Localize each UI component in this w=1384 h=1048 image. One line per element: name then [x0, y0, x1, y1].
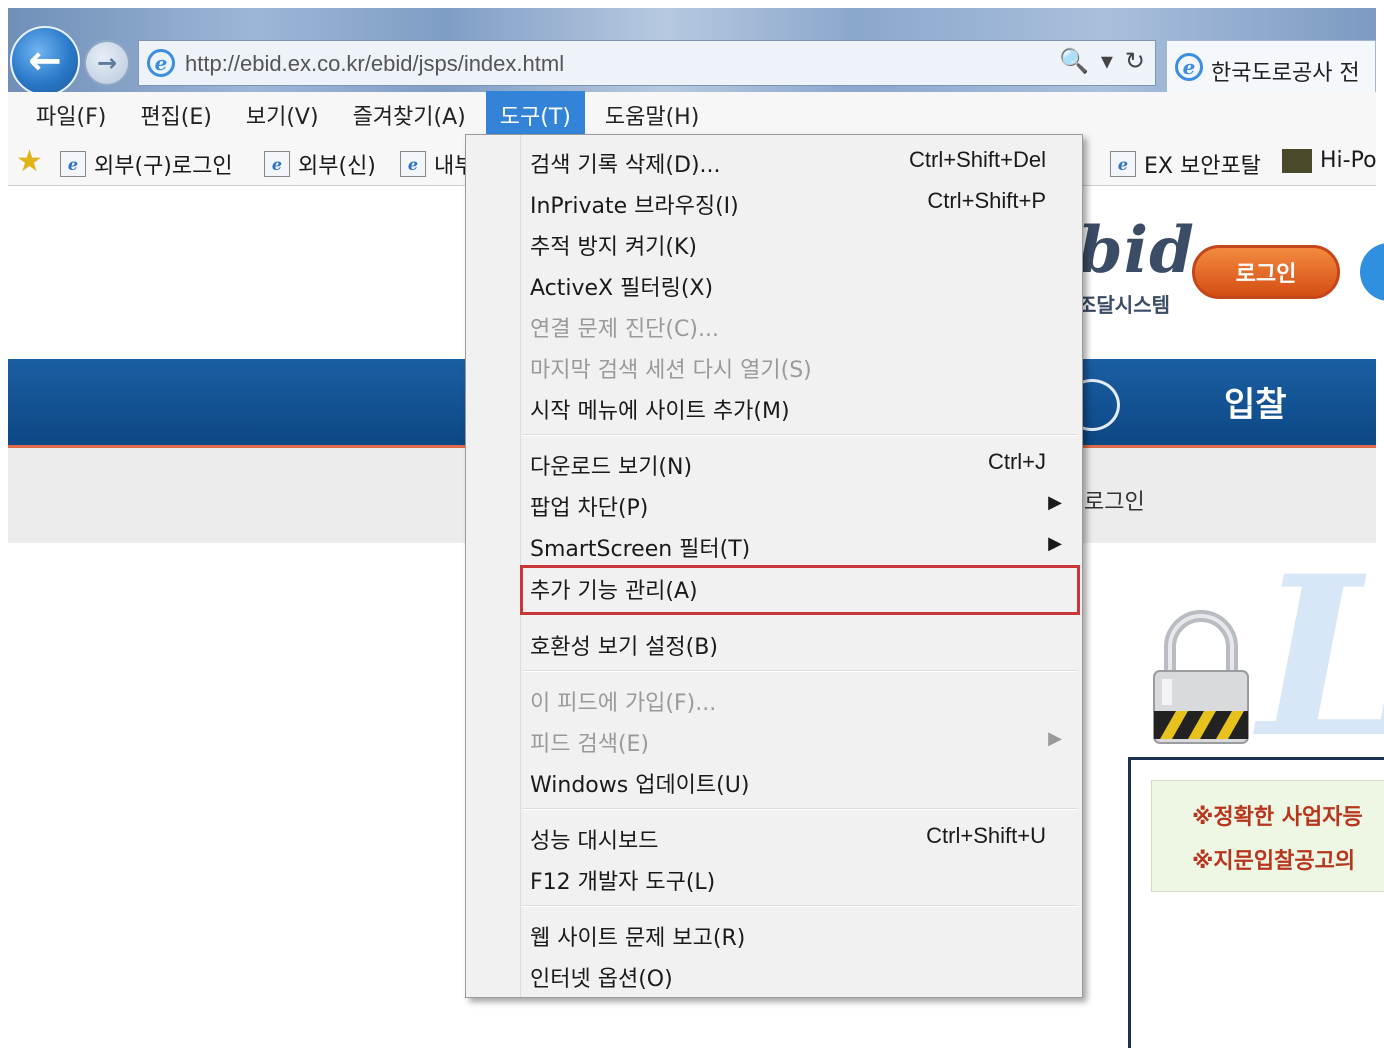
ie-page-icon: e — [60, 151, 86, 177]
menu-item-shortcut: Ctrl+Shift+U — [926, 823, 1046, 848]
ie-page-icon: e — [147, 49, 175, 77]
menu-tools[interactable]: 도구(T) — [485, 91, 585, 139]
menu-item-view-downloads[interactable]: 다운로드 보기(N) Ctrl+J — [466, 443, 1084, 483]
arrow-right-icon: → — [96, 49, 118, 77]
back-button[interactable]: ← — [10, 26, 80, 96]
forward-button[interactable]: → — [84, 40, 130, 86]
menu-item-label: 마지막 검색 세션 다시 열기(S) — [530, 358, 812, 383]
menu-item-label: 성능 대시보드 — [530, 829, 659, 854]
menu-item-label: InPrivate 브라우징(I) — [530, 194, 739, 219]
menu-item-label: 팝업 차단(P) — [530, 496, 649, 521]
menu-item-label: 인터넷 옵션(O) — [530, 967, 673, 992]
menu-item-label: ActiveX 필터링(X) — [530, 276, 714, 301]
padlock-icon — [1148, 607, 1254, 747]
favorite-label: 외부(구)로그인 — [94, 154, 233, 179]
menu-item-smartscreen[interactable]: SmartScreen 필터(T) ▶ — [466, 525, 1084, 565]
menu-item-label: 검색 기록 삭제(D)... — [530, 153, 721, 178]
search-icon[interactable]: 🔍 — [1059, 47, 1089, 75]
decorative-letter: L — [1258, 547, 1384, 767]
menu-separator — [522, 670, 1078, 672]
refresh-icon[interactable]: ↻ — [1125, 47, 1145, 75]
ie-page-icon: e — [400, 151, 426, 177]
menu-item-delete-history[interactable]: 검색 기록 삭제(D)... Ctrl+Shift+Del — [466, 141, 1084, 181]
login-button[interactable]: 로그인 — [1192, 245, 1340, 299]
menu-item-internet-options[interactable]: 인터넷 옵션(O) — [466, 955, 1084, 995]
menu-item-shortcut: Ctrl+J — [987, 449, 1046, 474]
menu-item-inprivate[interactable]: InPrivate 브라우징(I) Ctrl+Shift+P — [466, 182, 1084, 222]
menu-edit[interactable]: 편집(E) — [126, 91, 226, 139]
menu-item-report-problems[interactable]: 웹 사이트 문제 보고(R) — [466, 914, 1084, 954]
favorite-label: EX 보안포탈 — [1144, 154, 1261, 179]
site-logo-subtitle: 조달시스템 — [1078, 293, 1170, 317]
menu-item-activex-filtering[interactable]: ActiveX 필터링(X) — [466, 264, 1084, 304]
favorite-link[interactable]: e 내부 — [400, 148, 474, 180]
menu-bar: 파일(F) 편집(E) 보기(V) 즐겨찾기(A) 도구(T) 도움말(H) — [8, 91, 1376, 139]
highlight-box — [520, 565, 1080, 615]
menu-item-popup-blocker[interactable]: 팝업 차단(P) ▶ — [466, 484, 1084, 524]
notice-inner: ※정확한 사업자등 ※지문입찰공고의 — [1151, 780, 1384, 892]
favorites-star-icon[interactable]: ★ — [16, 144, 43, 179]
menu-item-compatibility-view[interactable]: 호환성 보기 설정(B) — [466, 623, 1084, 663]
favorite-label: Hi-Po — [1320, 148, 1377, 173]
menu-item-label: 연결 문제 진단(C)... — [530, 317, 719, 342]
browser-tab[interactable]: e 한국도로공사 전 — [1166, 40, 1376, 92]
submenu-arrow-icon: ▶ — [1048, 492, 1062, 513]
menu-item-subscribe-feed: 이 피드에 가입(F)... — [466, 679, 1084, 719]
menu-item-label: Windows 업데이트(U) — [530, 773, 750, 798]
favorite-link[interactable]: e 외부(신) — [264, 148, 376, 180]
menu-favorites[interactable]: 즐겨찾기(A) — [339, 91, 480, 139]
menu-item-add-to-start[interactable]: 시작 메뉴에 사이트 추가(M) — [466, 387, 1084, 427]
menu-item-windows-update[interactable]: Windows 업데이트(U) — [466, 761, 1084, 801]
secondary-button[interactable] — [1360, 243, 1384, 301]
address-url[interactable]: http://ebid.ex.co.kr/ebid/jsps/index.htm… — [185, 51, 564, 77]
menu-item-label: 시작 메뉴에 사이트 추가(M) — [530, 399, 790, 424]
submenu-arrow-icon: ▶ — [1048, 533, 1062, 554]
notice-line: ※정확한 사업자등 — [1192, 805, 1363, 830]
favorite-link[interactable]: e 외부(구)로그인 — [60, 148, 233, 180]
menu-item-reopen-session: 마지막 검색 세션 다시 열기(S) — [466, 346, 1084, 386]
menu-view[interactable]: 보기(V) — [232, 91, 333, 139]
tools-dropdown-menu: 검색 기록 삭제(D)... Ctrl+Shift+Del InPrivate … — [465, 134, 1083, 998]
menu-item-label: 이 피드에 가입(F)... — [530, 691, 717, 716]
menu-separator — [522, 808, 1078, 810]
notice-panel: ※정확한 사업자등 ※지문입찰공고의 — [1128, 757, 1384, 1048]
menu-item-f12-devtools[interactable]: F12 개발자 도구(L) — [466, 858, 1084, 898]
ie-tab-icon: e — [1175, 53, 1203, 81]
menu-item-tracking-protection[interactable]: 추적 방지 켜기(K) — [466, 223, 1084, 263]
favorite-link[interactable]: Hi-Po — [1282, 148, 1377, 173]
nav-item-bid[interactable]: 입찰 — [1224, 377, 1287, 426]
favorite-link[interactable]: e EX 보안포탈 — [1110, 148, 1261, 180]
menu-item-diagnose-connection: 연결 문제 진단(C)... — [466, 305, 1084, 345]
tab-title: 한국도로공사 전 — [1211, 61, 1360, 86]
menu-item-label: F12 개발자 도구(L) — [530, 870, 716, 895]
menu-separator — [522, 434, 1078, 436]
favorite-label: 외부(신) — [298, 154, 376, 179]
menu-item-performance-dashboard[interactable]: 성능 대시보드 Ctrl+Shift+U — [466, 817, 1084, 857]
menu-item-shortcut: Ctrl+Shift+P — [927, 188, 1046, 213]
subnav-item-login[interactable]: 로그인 — [1084, 484, 1145, 516]
menu-item-label: 다운로드 보기(N) — [530, 455, 693, 480]
menu-item-label: SmartScreen 필터(T) — [530, 537, 751, 562]
site-logo[interactable]: bid — [1078, 213, 1195, 288]
ie-page-icon: e — [264, 151, 290, 177]
menu-item-shortcut: Ctrl+Shift+Del — [909, 147, 1046, 172]
ie-page-icon: e — [1110, 151, 1136, 177]
address-bar[interactable]: e http://ebid.ex.co.kr/ebid/jsps/index.h… — [138, 40, 1156, 86]
arrow-left-icon: ← — [28, 38, 62, 84]
notice-line: ※지문입찰공고의 — [1192, 849, 1356, 874]
hipo-site-icon — [1282, 148, 1312, 173]
menu-separator — [522, 905, 1078, 907]
submenu-arrow-icon: ▶ — [1048, 728, 1062, 749]
menu-file[interactable]: 파일(F) — [22, 91, 120, 139]
menu-item-label: 추적 방지 켜기(K) — [530, 235, 698, 260]
chevron-down-icon[interactable]: ▾ — [1101, 47, 1113, 75]
menu-help[interactable]: 도움말(H) — [591, 91, 713, 139]
menu-item-feed-discovery: 피드 검색(E) ▶ — [466, 720, 1084, 760]
menu-item-label: 호환성 보기 설정(B) — [530, 635, 718, 660]
menu-item-label: 피드 검색(E) — [530, 732, 650, 757]
menu-item-label: 웹 사이트 문제 보고(R) — [530, 926, 746, 951]
